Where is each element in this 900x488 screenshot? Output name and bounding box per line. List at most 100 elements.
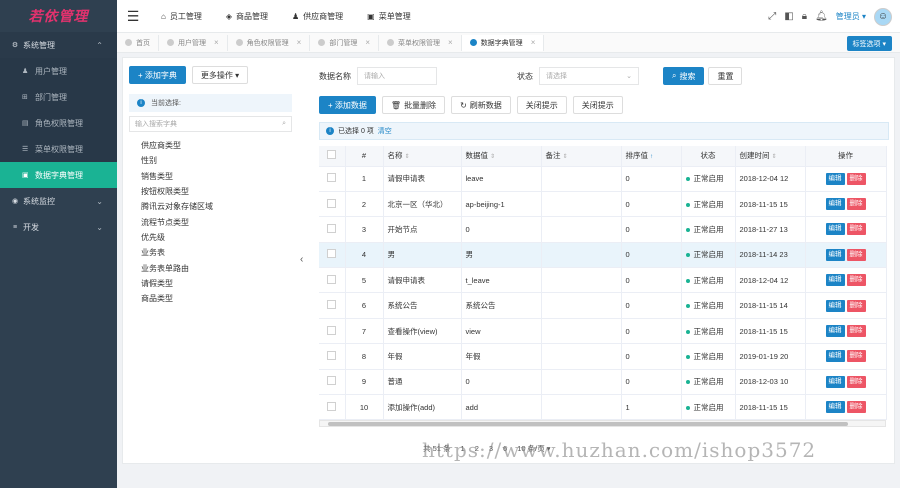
close-icon[interactable]: × [448, 38, 453, 47]
table-row[interactable]: 9 普通 0 0 正常启用 2018-12-03 10 编辑 删除 [319, 369, 887, 396]
fullscreen-icon[interactable]: ⤢ [768, 11, 776, 22]
row-checkbox[interactable] [319, 292, 346, 319]
select-all-checkbox[interactable] [319, 146, 346, 167]
close-icon[interactable]: × [365, 38, 370, 47]
more-operations-button[interactable]: 更多操作 ▾ [191, 66, 249, 84]
edit-button[interactable]: 编辑 [825, 375, 845, 388]
horizontal-scrollbar[interactable] [319, 420, 886, 428]
top-nav-suppliers[interactable]: ♟ 供应商管理 [280, 11, 355, 22]
avatar[interactable]: ☺ [874, 7, 892, 26]
delete-button[interactable]: 删除 [846, 172, 866, 185]
bell-icon[interactable]: 🔔︎ [815, 11, 828, 22]
table-row[interactable]: 2 北京一区（华北） ap-beijing-1 0 正常启用 2018-11-15 15 编… [319, 191, 887, 218]
tab-roles[interactable]: 角色权限管理 × [227, 34, 311, 51]
hamburger-icon[interactable]: ☰ [117, 0, 149, 33]
list-item[interactable]: 销售类型 [141, 169, 292, 184]
add-data-button[interactable]: + 添加数据 [319, 96, 376, 114]
edit-button[interactable]: 编辑 [825, 299, 845, 312]
tab-departments[interactable]: 部门管理 × [310, 34, 380, 51]
row-checkbox[interactable] [319, 343, 346, 370]
clear-selection-link[interactable]: 清空 [378, 126, 392, 136]
delete-button[interactable]: 删除 [846, 223, 866, 236]
list-item[interactable]: 业务表单路由 [141, 260, 292, 275]
edit-button[interactable]: 编辑 [825, 350, 845, 363]
table-row[interactable]: 7 查看操作(view) view 0 正常启用 2018-11-15 15 编辑 删除 [319, 318, 887, 345]
list-item[interactable]: 优先级 [141, 230, 292, 245]
sidebar-item-menus[interactable]: ☰ 菜单权限管理 [0, 136, 117, 162]
delete-button[interactable]: 删除 [846, 274, 866, 287]
batch-delete-button[interactable]: 🗑︎ 批量删除 [381, 96, 446, 114]
list-item[interactable]: 腾讯云对象存储区域 [141, 199, 292, 214]
edit-button[interactable]: 编辑 [825, 401, 845, 414]
add-dictionary-button[interactable]: + 添加字典 [129, 66, 186, 84]
sidebar-group-monitor[interactable]: ◉ 系统监控 ⌄ [0, 188, 117, 214]
edit-button[interactable]: 编辑 [825, 325, 845, 338]
sidebar-group-system[interactable]: ⚙ 系统管理 ⌃ [0, 32, 117, 58]
delete-button[interactable]: 删除 [846, 375, 866, 388]
row-checkbox[interactable] [319, 191, 346, 218]
delete-button[interactable]: 删除 [846, 299, 866, 312]
list-item[interactable]: 业务表 [141, 245, 292, 260]
table-row[interactable]: 3 开始节点 0 0 正常启用 2018-11-27 13 编辑 删除 [319, 216, 887, 243]
row-checkbox[interactable] [319, 318, 346, 345]
collapse-left-icon[interactable]: ‹ [300, 254, 303, 265]
theme-icon[interactable]: ◧ [784, 11, 793, 22]
column-header[interactable]: 排序值 ↑ [621, 146, 682, 167]
lock-icon[interactable]: 🔒︎ [802, 11, 807, 22]
table-row[interactable]: 4 男男 0 正常启用 2018-11-14 23 编辑 删除 [319, 242, 887, 269]
list-item[interactable]: 请假类型 [141, 276, 292, 291]
row-checkbox[interactable] [319, 267, 346, 294]
name-input[interactable]: 请输入 [357, 67, 437, 85]
refresh-button[interactable]: ↻ 刷新数据 [451, 96, 511, 114]
close-tip-button-2[interactable]: 关闭提示 [572, 96, 623, 114]
top-nav-employees[interactable]: ⌂ 员工管理 [149, 11, 214, 22]
row-checkbox[interactable] [319, 166, 346, 192]
list-item[interactable]: 供应商类型 [141, 138, 292, 153]
search-icon[interactable]: ⌕ [282, 120, 286, 128]
table-row[interactable]: 8 年假 年假 0 正常启用 2019-01-19 20 编辑 删除 [319, 343, 887, 370]
table-row[interactable]: 10 添加操作(add) add 1 正常启用 2018-11-15 15 编辑 删除 [319, 394, 887, 421]
delete-button[interactable]: 删除 [846, 325, 866, 338]
delete-button[interactable]: 删除 [846, 198, 866, 211]
reset-button[interactable]: 重置 [708, 67, 743, 85]
edit-button[interactable]: 编辑 [825, 172, 845, 185]
delete-button[interactable]: 删除 [846, 248, 866, 261]
delete-button[interactable]: 删除 [846, 401, 866, 414]
list-item[interactable]: 按钮权限类型 [141, 184, 292, 199]
list-item[interactable]: 流程节点类型 [141, 214, 292, 229]
row-checkbox[interactable] [319, 394, 346, 421]
edit-button[interactable]: 编辑 [825, 223, 845, 236]
tab-users[interactable]: 用户管理 × [159, 34, 228, 51]
sidebar-item-departments[interactable]: ⊞ 部门管理 [0, 84, 117, 110]
close-icon[interactable]: × [214, 38, 219, 47]
table-row[interactable]: 5 请假申请表 t_leave 0 正常启用 2018-12-04 12 编辑 删除 [319, 267, 887, 294]
row-checkbox[interactable] [319, 242, 346, 269]
table-row[interactable]: 1 请假申请表 leave 0 正常启用 2018-12-04 12 编辑 删除 [319, 166, 887, 192]
sidebar-group-dev[interactable]: ≡ 开发 ⌄ [0, 214, 117, 240]
list-item[interactable]: 性别 [141, 153, 292, 168]
tab-menus[interactable]: 菜单权限管理 × [379, 34, 462, 51]
close-icon[interactable]: × [531, 38, 536, 47]
column-header[interactable]: 备注 ⇕ [541, 146, 622, 167]
sidebar-item-dictionary[interactable]: ▣ 数据字典管理 [0, 162, 117, 188]
user-menu[interactable]: 管理员 ▾ [836, 11, 866, 22]
tab-home[interactable]: 首页 [117, 34, 159, 51]
column-header[interactable]: 名称 ⇕ [383, 146, 462, 167]
list-item[interactable]: 商品类型 [141, 291, 292, 306]
tree-search-input[interactable]: 输入搜索字典 ⌕ [129, 116, 292, 132]
top-nav-products[interactable]: ◈ 商品管理 [214, 11, 280, 22]
sidebar-item-roles[interactable]: ▤ 角色权限管理 [0, 110, 117, 136]
tab-dictionary[interactable]: 数据字典管理 × [461, 34, 545, 51]
table-row[interactable]: 6 系统公告 系统公告 0 正常启用 2018-11-15 14 编辑 删除 [319, 292, 887, 319]
edit-button[interactable]: 编辑 [825, 248, 845, 261]
row-checkbox[interactable] [319, 216, 346, 243]
tab-options-button[interactable]: 标签选项 ▾ [846, 36, 892, 51]
delete-button[interactable]: 删除 [846, 350, 866, 363]
status-select[interactable]: 请选择 ⌄ [539, 67, 639, 85]
column-header[interactable]: 数据值 ⇕ [461, 146, 542, 167]
top-nav-menus[interactable]: ▣ 菜单管理 [355, 11, 423, 22]
scrollbar-thumb[interactable] [328, 422, 848, 427]
row-checkbox[interactable] [319, 369, 346, 396]
close-icon[interactable]: × [297, 38, 302, 47]
search-button[interactable]: ⌕ 搜索 [663, 67, 705, 85]
